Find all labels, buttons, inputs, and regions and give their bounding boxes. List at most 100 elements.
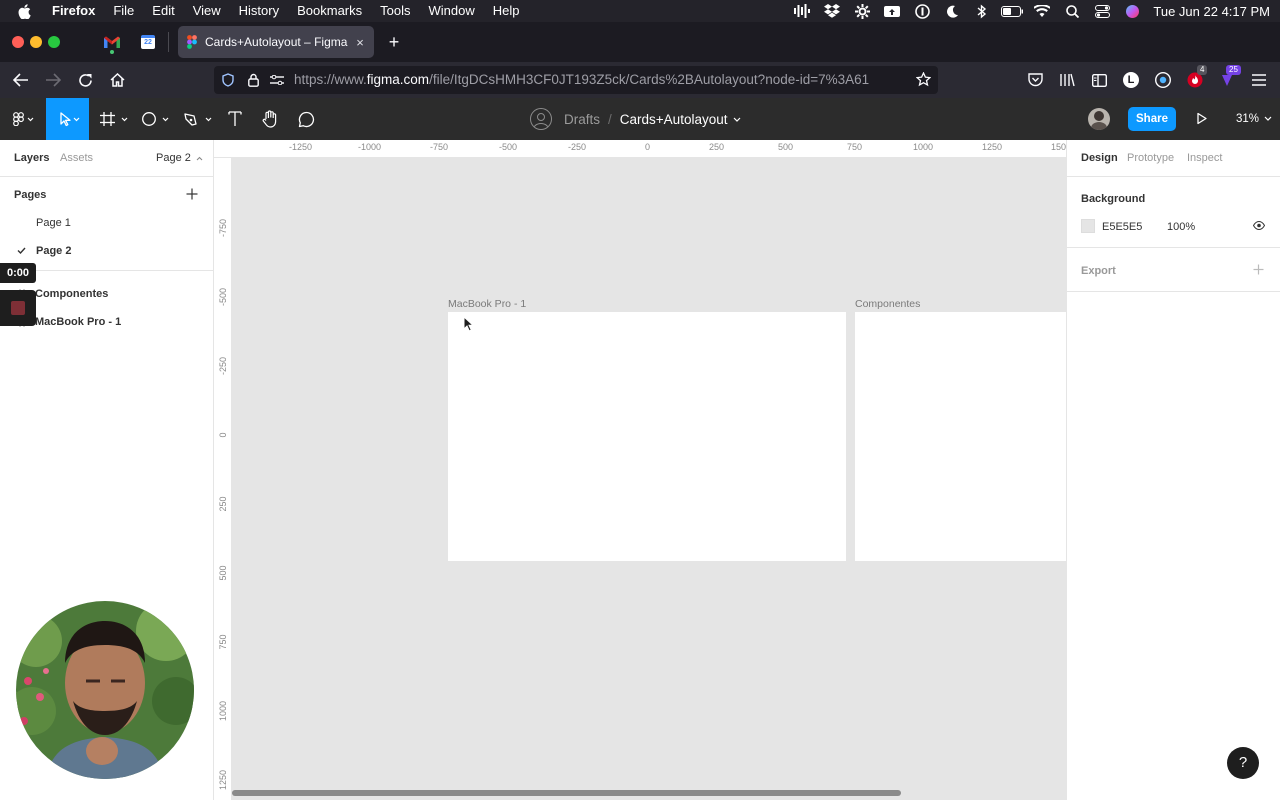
ruler-tick: -250 (218, 357, 228, 376)
background-hex-input[interactable]: E5E5E5 (1102, 221, 1142, 233)
frame-tool-button[interactable] (96, 98, 132, 140)
add-export-plus-icon[interactable] (1253, 264, 1264, 275)
url-text: https://www.figma.com/file/ItgDCsHMH3CF0… (294, 66, 869, 94)
menu-help[interactable]: Help (484, 0, 529, 22)
recording-timer: 0:00 (0, 263, 36, 283)
zoom-chevron-icon (1264, 116, 1272, 122)
extension-flame-icon[interactable]: 4 (1182, 65, 1208, 92)
background-color-swatch[interactable] (1081, 219, 1095, 233)
ruler-tick: 1250 (218, 769, 228, 791)
gear-icon[interactable] (847, 0, 877, 22)
menu-file[interactable]: File (104, 0, 143, 22)
present-play-icon[interactable] (1196, 112, 1208, 125)
breadcrumb-drafts[interactable]: Drafts (564, 112, 600, 127)
minimize-window-button[interactable] (30, 36, 42, 48)
file-name[interactable]: Cards+Autolayout (620, 112, 728, 127)
mouse-cursor-icon (463, 316, 475, 332)
background-opacity-input[interactable]: 100% (1167, 221, 1195, 233)
extension-purple-icon[interactable]: 25 (1214, 65, 1241, 92)
audio-waveform-icon[interactable] (787, 0, 817, 22)
recording-stop-button[interactable] (0, 290, 36, 326)
vertical-ruler: -750 -500 -250 0 250 500 750 1000 1250 (214, 158, 232, 800)
ruler-tick: 150 (1051, 142, 1066, 152)
move-tool-button[interactable] (46, 98, 89, 140)
page-item-1[interactable]: Page 1 (0, 209, 213, 237)
url-domain: figma.com (366, 72, 430, 87)
text-tool-button[interactable] (222, 98, 248, 140)
permissions-icon[interactable] (270, 75, 284, 85)
shape-tool-button[interactable] (138, 98, 174, 140)
design-canvas[interactable]: -1250 -1000 -750 -500 -250 0 250 500 750… (214, 140, 1066, 800)
forward-button[interactable] (40, 68, 66, 92)
pinned-tab-gmail[interactable] (98, 30, 126, 54)
ruler-tick: -750 (218, 219, 228, 238)
apple-icon[interactable] (0, 3, 43, 19)
page-selector[interactable]: Page 2 (156, 152, 203, 164)
back-button[interactable] (8, 68, 34, 92)
onepassword-icon[interactable] (907, 0, 937, 22)
page-item-2[interactable]: Page 2 (0, 237, 213, 265)
dropbox-icon[interactable] (817, 0, 847, 22)
hand-tool-button[interactable] (256, 98, 284, 140)
frame-macbook-pro-1[interactable] (448, 312, 846, 561)
battery-icon[interactable] (997, 0, 1027, 22)
horizontal-scrollbar[interactable] (232, 790, 901, 796)
menu-edit[interactable]: Edit (143, 0, 183, 22)
bookmark-star-icon[interactable] (916, 72, 931, 87)
close-window-button[interactable] (12, 36, 24, 48)
zoom-level: 31% (1236, 113, 1260, 125)
share-button[interactable]: Share (1128, 107, 1176, 131)
tab-prototype[interactable]: Prototype (1127, 152, 1174, 164)
tab-design[interactable]: Design (1081, 152, 1118, 164)
tab-close-icon[interactable]: × (350, 35, 370, 50)
bluetooth-icon[interactable] (967, 0, 997, 22)
sidebar-icon[interactable] (1086, 68, 1112, 92)
url-bar[interactable]: https://www.figma.com/file/ItgDCsHMH3CF0… (214, 66, 938, 94)
menu-bookmarks[interactable]: Bookmarks (288, 0, 371, 22)
page-item-label: Page 1 (36, 217, 71, 229)
team-avatar-icon[interactable] (530, 108, 552, 130)
menu-window[interactable]: Window (420, 0, 484, 22)
siri-icon[interactable] (1117, 0, 1147, 22)
wifi-icon[interactable] (1027, 0, 1057, 22)
tab-layers[interactable]: Layers (14, 152, 49, 164)
zoom-dropdown[interactable]: 31% (1236, 98, 1272, 140)
comment-tool-button[interactable] (292, 98, 320, 140)
cursor-arrow-icon (55, 111, 81, 127)
moon-icon[interactable] (937, 0, 967, 22)
menu-bar-clock[interactable]: Tue Jun 22 4:17 PM (1147, 4, 1280, 19)
user-avatar[interactable] (1088, 108, 1110, 130)
pinned-tab-calendar[interactable]: 22 (134, 30, 162, 54)
extension-grammar-icon[interactable] (1150, 68, 1176, 92)
control-center-icon[interactable] (1087, 0, 1117, 22)
reload-button[interactable] (72, 68, 98, 92)
tab-figma-file[interactable]: Cards+Autolayout – Figma × (178, 26, 374, 58)
file-menu-chevron-icon[interactable] (733, 117, 741, 122)
cloud-upload-icon[interactable] (877, 0, 907, 22)
menu-firefox[interactable]: Firefox (43, 0, 104, 22)
tab-assets[interactable]: Assets (60, 152, 93, 164)
extension-l-icon[interactable]: L (1118, 68, 1144, 92)
add-page-plus-icon[interactable] (186, 188, 198, 200)
horizontal-ruler: -1250 -1000 -750 -500 -250 0 250 500 750… (214, 140, 1066, 158)
frame-label-componentes[interactable]: Componentes (855, 298, 920, 310)
help-button[interactable]: ? (1227, 747, 1259, 779)
home-button[interactable] (104, 68, 130, 92)
menu-view[interactable]: View (184, 0, 230, 22)
menu-tools[interactable]: Tools (371, 0, 419, 22)
pen-tool-button[interactable] (180, 98, 216, 140)
visibility-eye-icon[interactable] (1253, 221, 1265, 230)
tracking-shield-icon[interactable] (222, 73, 234, 87)
lock-icon[interactable] (248, 73, 259, 87)
library-icon[interactable] (1054, 68, 1080, 92)
spotlight-search-icon[interactable] (1057, 0, 1087, 22)
frame-componentes[interactable] (855, 312, 1066, 561)
pocket-icon[interactable] (1022, 68, 1048, 92)
app-menu-icon[interactable] (1246, 68, 1272, 92)
menu-history[interactable]: History (230, 0, 288, 22)
frame-label-macbook[interactable]: MacBook Pro - 1 (448, 298, 526, 310)
main-menu-button[interactable] (6, 98, 42, 140)
tab-inspect[interactable]: Inspect (1187, 152, 1222, 164)
new-tab-button[interactable]: + (384, 30, 404, 54)
zoom-window-button[interactable] (48, 36, 60, 48)
